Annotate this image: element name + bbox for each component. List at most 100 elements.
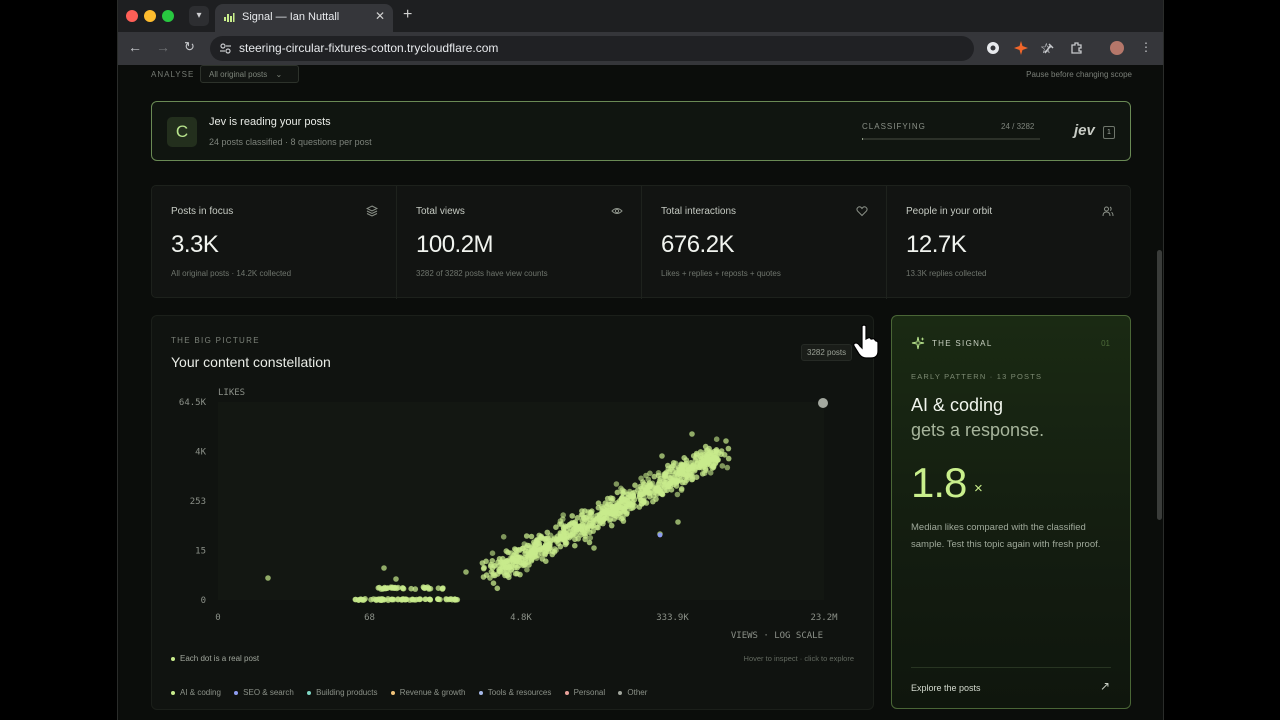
scatter-point[interactable] (488, 569, 495, 575)
scatter-point[interactable] (699, 471, 706, 477)
scatter-point[interactable] (725, 445, 732, 452)
scatter-point[interactable] (591, 545, 597, 551)
scatter-point[interactable] (664, 487, 670, 494)
scatter-point[interactable] (674, 478, 681, 485)
scatter-point[interactable] (512, 551, 519, 557)
scatter-point[interactable] (586, 539, 593, 546)
scatter-point[interactable] (384, 585, 391, 591)
scatter-point[interactable] (657, 532, 663, 538)
scatter-point[interactable] (489, 550, 496, 556)
scatter-point[interactable] (517, 547, 523, 553)
scatter-point[interactable] (630, 505, 636, 511)
scatter-point[interactable] (494, 585, 501, 592)
extensions-puzzle-icon[interactable] (1070, 41, 1084, 55)
scatter-point[interactable] (435, 596, 441, 602)
scatter-point[interactable] (483, 558, 489, 565)
scatter-point[interactable] (490, 580, 497, 586)
new-tab-icon[interactable]: + (403, 6, 412, 24)
scatter-point[interactable] (528, 533, 535, 540)
scatter-point[interactable] (381, 565, 387, 571)
scatter-point[interactable] (636, 504, 643, 510)
scatter-point[interactable] (522, 550, 528, 557)
scatter-point[interactable] (487, 575, 493, 581)
scatter-point[interactable] (489, 558, 496, 564)
scatter-point[interactable] (412, 586, 419, 592)
scatter-point[interactable] (662, 473, 669, 480)
scatter-point[interactable] (596, 511, 603, 518)
scatter-point[interactable] (608, 522, 615, 529)
close-tab-icon[interactable]: ✕ (375, 9, 385, 23)
scatter-point[interactable] (614, 489, 621, 496)
category-building-products[interactable]: Building products (307, 688, 377, 697)
category-other[interactable]: Other (618, 688, 647, 697)
reload-icon[interactable]: ↻ (184, 39, 195, 55)
scatter-point[interactable] (679, 467, 686, 473)
scatter-point[interactable] (427, 585, 434, 592)
scatter-point[interactable] (543, 558, 549, 564)
scatter-point[interactable] (711, 448, 717, 455)
scatter-point[interactable] (378, 596, 384, 602)
scatter-point[interactable] (620, 518, 627, 524)
scatter-point[interactable] (620, 490, 626, 497)
scatter-point[interactable] (624, 495, 631, 501)
scatter-point[interactable] (638, 497, 644, 504)
scatter-point[interactable] (521, 562, 528, 568)
scatter-point[interactable] (544, 546, 550, 552)
scatter-point[interactable] (578, 532, 584, 538)
scope-select[interactable]: All original posts ⌄ (200, 65, 299, 83)
scatter-point[interactable] (684, 467, 691, 473)
category-seo-search[interactable]: SEO & search (234, 688, 294, 697)
scatter-point[interactable] (505, 549, 511, 556)
scatter-point[interactable] (427, 596, 433, 603)
scatter-point[interactable] (400, 596, 406, 602)
scatter-point[interactable] (688, 471, 694, 478)
scatter-point[interactable] (500, 534, 507, 540)
scatter-point[interactable] (435, 585, 442, 591)
scatter-point[interactable] (600, 520, 606, 527)
scatter-point[interactable] (674, 491, 681, 498)
scatter-point[interactable] (694, 452, 700, 458)
scatter-point[interactable] (678, 461, 684, 467)
scatter-point[interactable] (584, 525, 591, 532)
scatter-point[interactable] (358, 596, 365, 603)
scatter-point[interactable] (587, 535, 594, 541)
scatter-point[interactable] (538, 534, 544, 540)
scatter-point[interactable] (690, 462, 697, 468)
scatter-point[interactable] (643, 500, 650, 506)
scatter-point[interactable] (533, 539, 540, 545)
scatter-point[interactable] (683, 460, 689, 467)
scatter-point[interactable] (514, 564, 520, 571)
address-bar[interactable]: steering-circular-fixtures-cotton.tryclo… (210, 36, 1053, 61)
scatter-point[interactable] (646, 493, 653, 500)
scatter-point[interactable] (421, 585, 428, 592)
scatter-point[interactable] (709, 465, 716, 471)
scatter-point[interactable] (650, 498, 656, 505)
scatter-point[interactable] (689, 431, 695, 437)
scatter-point[interactable] (629, 490, 636, 497)
scatter-point[interactable] (630, 499, 636, 506)
site-settings-icon[interactable] (219, 42, 232, 55)
scatter-point[interactable] (651, 489, 658, 496)
scatter-point[interactable] (412, 597, 419, 603)
scatter-point[interactable] (594, 524, 600, 531)
back-icon[interactable]: ← (128, 39, 142, 55)
scatter-point[interactable] (534, 547, 540, 553)
scatter-point[interactable] (604, 495, 611, 502)
scatter-point[interactable] (660, 478, 667, 485)
scatter-point[interactable] (659, 453, 665, 459)
scatter-point[interactable] (389, 596, 396, 603)
scatter-point[interactable] (506, 574, 512, 581)
active-tab[interactable]: Signal — Ian Nuttall ✕ (215, 4, 393, 32)
scatter-point[interactable] (673, 470, 679, 477)
scatter-point[interactable] (572, 542, 578, 549)
category-ai-coding[interactable]: AI & coding (171, 688, 221, 697)
extension-circle-icon[interactable] (986, 41, 1000, 55)
scatter-point[interactable] (506, 564, 513, 571)
scatter-point[interactable] (447, 596, 453, 602)
page-scrollbar[interactable] (1157, 250, 1162, 520)
category-revenue-growth[interactable]: Revenue & growth (390, 688, 466, 697)
scatter-point[interactable] (569, 530, 576, 536)
scatter-point[interactable] (393, 576, 399, 582)
scatter-point[interactable] (723, 438, 729, 444)
highlight-point[interactable] (818, 398, 828, 408)
